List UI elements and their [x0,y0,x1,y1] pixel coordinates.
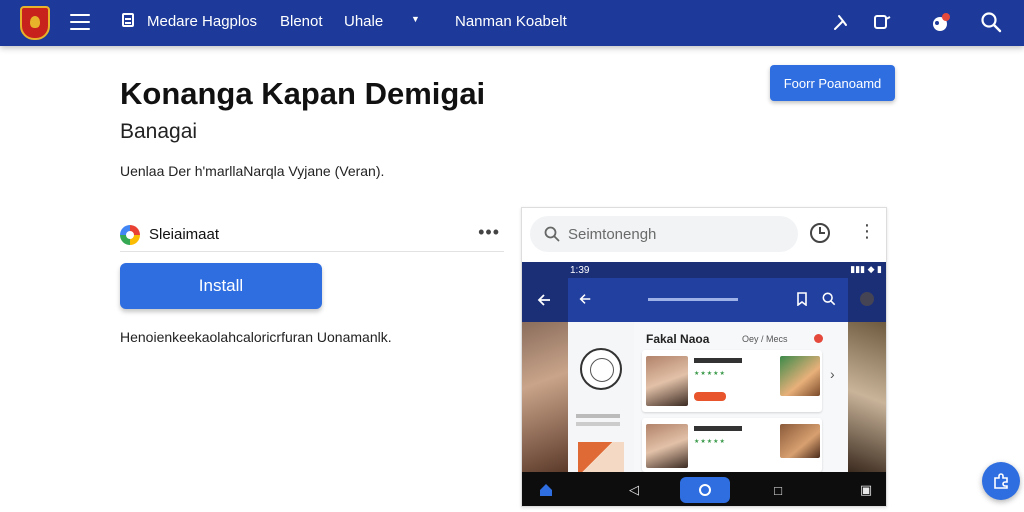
phone-back-area [522,278,568,322]
puzzle-extension-button[interactable] [982,462,1020,500]
nav-home-icon [680,477,730,503]
install-button[interactable]: Install [120,263,322,309]
open-external-icon[interactable] [871,11,893,33]
history-icon[interactable] [810,223,830,243]
preview-search-placeholder: Seimtonengh [568,225,657,243]
list-item-artwork [780,424,820,458]
page-title: Konanga Kapan Demigai [120,76,486,111]
nav-item-primary[interactable]: Medare Hagplos [147,13,257,30]
developer-logo-icon [120,224,140,245]
phone-status-time: 1:39 [570,264,590,276]
nav-back-icon: ◁ [629,482,639,497]
developer-row[interactable]: Sleiaimaat ••• [120,218,504,252]
rating-stars-icon: ★★★★★ [694,439,726,445]
primary-action-button[interactable]: Foorr Poanoamd [770,65,895,101]
phone-screenshot[interactable]: 1:39 ▮▮▮ ◆ ▮ Fakal Naoa Oey / Mecs ★★★★★… [522,262,886,506]
phone-navigation-bar: ◁ □ ▣ [522,472,886,506]
seal-icon [580,348,622,390]
phone-right-bar [848,278,886,322]
notification-dot-icon [814,334,823,343]
side-panel-text [576,414,620,418]
avatar [860,292,874,306]
list-item-photo [646,424,688,468]
nav-item-tertiary[interactable]: Uhale [344,13,383,30]
phone-background-photo-left [522,322,568,472]
chevron-down-icon[interactable]: ▼ [411,14,420,24]
list-item-photo [646,356,688,406]
list-item: ★★★★★ [642,418,822,472]
list-item-title [694,358,742,363]
top-app-bar: Medare Hagplos Blenot Uhale ▼ Nanman Koa… [0,0,1024,46]
phone-side-panel [568,322,634,472]
phone-app-bar-text [648,298,738,301]
phone-content-title: Fakal Naoa [646,332,710,346]
rating-stars-icon: ★★★★★ [694,371,726,377]
share-icon[interactable] [829,11,851,33]
list-item-badge [694,392,726,401]
nav-recents-icon: □ [774,482,782,498]
home-icon [534,472,558,506]
list-item: ★★★★★ [642,350,822,412]
more-options-icon[interactable]: ••• [478,222,500,243]
phone-background-photo-right [848,322,886,472]
search-icon [822,292,836,306]
menu-icon[interactable] [70,12,90,32]
page-subtitle: Banagai [120,120,198,143]
search-icon [544,226,560,242]
document-icon [122,13,134,27]
screenshot-preview-panel: Seimtonengh ⋮ 1:39 ▮▮▮ ◆ ▮ Fakal Naoa Oe… [521,207,887,507]
more-vert-icon[interactable]: ⋮ [858,222,876,240]
chevron-right-icon: › [830,366,835,382]
notification-icon[interactable] [930,11,952,33]
preview-search-bar[interactable]: Seimtonengh [530,216,798,252]
arrow-back-icon [579,294,591,304]
phone-app-bar [568,278,848,322]
signal-icon: ▮▮▮ ◆ ▮ [850,264,882,274]
phone-status-bar: 1:39 ▮▮▮ ◆ ▮ [522,262,886,278]
search-icon[interactable] [980,11,1002,33]
nav-item-secondary[interactable]: Blenot [280,13,323,30]
arrow-back-icon [537,294,550,306]
gallery-icon: ▣ [859,482,873,497]
developer-name[interactable]: Sleiaimaat [149,226,219,243]
header-center-title: Nanman Koabelt [455,13,567,30]
bookmark-icon [797,292,807,306]
list-item-artwork [780,356,820,396]
list-item-title [694,426,742,431]
puzzle-icon [994,473,1008,489]
crest-logo-icon[interactable] [20,6,50,40]
phone-main-content: Fakal Naoa Oey / Mecs ★★★★★ ★★★★★ › [634,322,848,472]
app-description: Uenlaa Der h'marllaNarqla Vyjane (Veran)… [120,163,385,179]
side-panel-photo [578,442,624,472]
phone-content-tab: Oey / Mecs [742,334,788,344]
install-note: Henoienkeekaolahcaloricrfuran Uonamanlk. [120,329,392,345]
